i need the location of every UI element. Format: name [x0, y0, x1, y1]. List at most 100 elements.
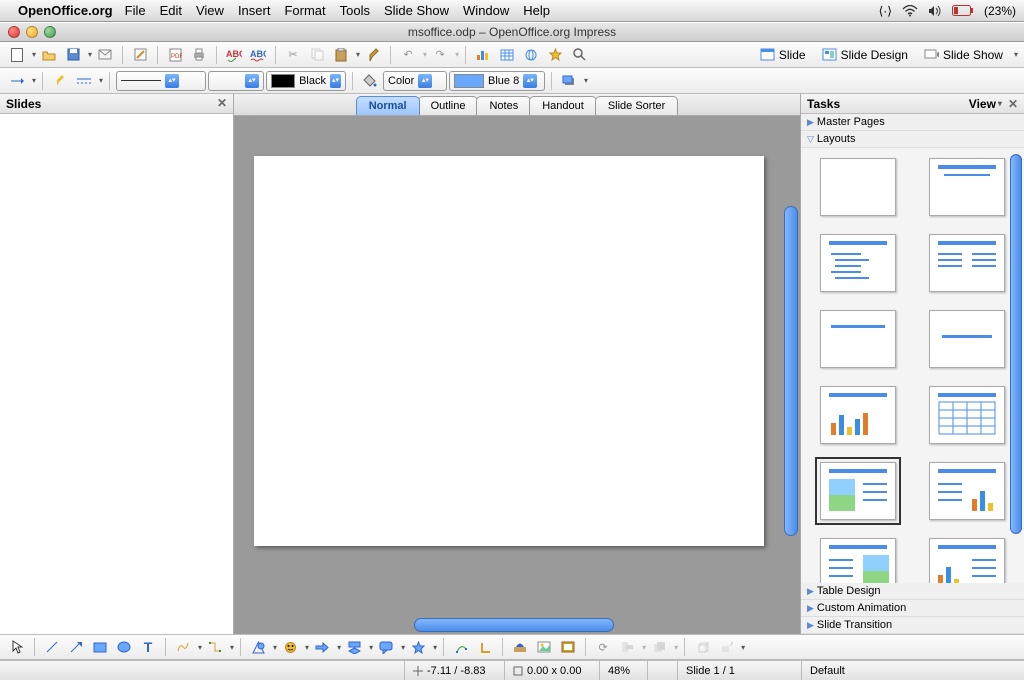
basic-shapes-tool[interactable] — [247, 637, 269, 657]
status-zoom-cell[interactable]: 48% — [600, 661, 648, 680]
block-arrows-tool[interactable] — [311, 637, 333, 657]
edit-file-button[interactable] — [129, 45, 151, 65]
fill-color-select[interactable]: Blue 8 ▴▾ — [449, 71, 545, 91]
menu-edit[interactable]: Edit — [160, 3, 182, 18]
text-tool[interactable]: T — [137, 637, 159, 657]
auto-spellcheck-button[interactable]: ABC — [247, 45, 269, 65]
app-menu[interactable]: OpenOffice.org — [18, 3, 113, 18]
rectangle-tool[interactable] — [89, 637, 111, 657]
hyperlink-button[interactable] — [520, 45, 542, 65]
save-dropdown[interactable]: ▾ — [88, 50, 92, 59]
sync-status-icon[interactable]: ⟨·⟩ — [879, 4, 892, 18]
toolbar1-overflow[interactable]: ▾ — [1014, 50, 1018, 59]
line-style-button[interactable] — [73, 71, 95, 91]
table-button[interactable] — [496, 45, 518, 65]
flowchart-tool[interactable] — [343, 637, 365, 657]
tasks-view-dropdown-icon[interactable]: ▾ — [998, 99, 1002, 108]
horizontal-scrollbar[interactable] — [414, 618, 614, 632]
toolbar2-overflow[interactable]: ▾ — [584, 76, 588, 85]
line-color-select[interactable]: Black ▴▾ — [266, 71, 346, 91]
connector-dropdown[interactable]: ▾ — [230, 643, 234, 652]
slide-button[interactable]: Slide — [753, 45, 813, 65]
shadow-button[interactable] — [558, 71, 580, 91]
tasks-panel-close-icon[interactable]: ✕ — [1008, 97, 1018, 111]
tasks-view-menu[interactable]: View — [969, 97, 996, 111]
ellipse-tool[interactable] — [113, 637, 135, 657]
block-arrows-dropdown[interactable]: ▾ — [337, 643, 341, 652]
layout-chart-text[interactable] — [929, 538, 1005, 583]
arrow-tool[interactable] — [65, 637, 87, 657]
fill-type-select[interactable]: Color ▴▾ — [383, 71, 447, 91]
gallery-tool[interactable] — [557, 637, 579, 657]
save-button[interactable] — [62, 45, 84, 65]
section-master-pages[interactable]: ▶Master Pages — [801, 114, 1024, 131]
arrange-dropdown[interactable]: ▾ — [674, 643, 678, 652]
arrange-tool[interactable] — [648, 637, 670, 657]
align-tool[interactable] — [616, 637, 638, 657]
tab-notes[interactable]: Notes — [476, 96, 531, 115]
fill-bucket-button[interactable] — [359, 71, 381, 91]
canvas-viewport[interactable] — [234, 116, 800, 634]
open-button[interactable] — [38, 45, 60, 65]
tab-outline[interactable]: Outline — [418, 96, 479, 115]
menu-help[interactable]: Help — [523, 3, 550, 18]
interaction-tool[interactable] — [715, 637, 737, 657]
chart-button[interactable] — [472, 45, 494, 65]
tab-handout[interactable]: Handout — [529, 96, 597, 115]
slides-panel-close-icon[interactable]: ✕ — [217, 96, 227, 110]
zoom-button[interactable] — [568, 45, 590, 65]
drawbar-overflow[interactable]: ▾ — [741, 643, 745, 652]
section-table-design[interactable]: ▶Table Design — [801, 583, 1024, 600]
layout-text-chart[interactable] — [929, 462, 1005, 520]
menu-slideshow[interactable]: Slide Show — [384, 3, 449, 18]
arrow-style-button[interactable] — [6, 71, 28, 91]
highlight-button[interactable] — [49, 71, 71, 91]
paste-dropdown[interactable]: ▾ — [356, 50, 360, 59]
slide-design-button[interactable]: Slide Design — [815, 45, 915, 65]
layout-centered-text[interactable] — [929, 310, 1005, 368]
window-zoom-button[interactable] — [44, 26, 56, 38]
align-dropdown[interactable]: ▾ — [642, 643, 646, 652]
slides-panel-body[interactable] — [0, 114, 233, 634]
layout-two-content[interactable] — [929, 234, 1005, 292]
tab-normal[interactable]: Normal — [356, 96, 420, 115]
paste-button[interactable] — [330, 45, 352, 65]
undo-button[interactable]: ↶ — [397, 45, 419, 65]
undo-dropdown[interactable]: ▾ — [423, 50, 427, 59]
stars-dropdown[interactable]: ▾ — [433, 643, 437, 652]
window-close-button[interactable] — [8, 26, 20, 38]
window-minimize-button[interactable] — [26, 26, 38, 38]
layout-title-table[interactable] — [929, 386, 1005, 444]
arrow-style-dropdown[interactable]: ▾ — [32, 76, 36, 85]
format-paintbrush-button[interactable] — [362, 45, 384, 65]
menu-format[interactable]: Format — [284, 3, 325, 18]
line-style-dropdown[interactable]: ▾ — [99, 76, 103, 85]
section-slide-transition[interactable]: ▶Slide Transition — [801, 617, 1024, 634]
line-type-select[interactable]: ▴▾ — [116, 71, 206, 91]
basic-shapes-dropdown[interactable]: ▾ — [273, 643, 277, 652]
layout-title-chart[interactable] — [820, 386, 896, 444]
symbol-shapes-dropdown[interactable]: ▾ — [305, 643, 309, 652]
line-width-stepper[interactable]: ▴▾ — [208, 71, 264, 91]
select-tool[interactable] — [6, 637, 28, 657]
new-doc-dropdown[interactable]: ▾ — [32, 50, 36, 59]
curve-tool[interactable] — [172, 637, 194, 657]
new-doc-button[interactable] — [6, 45, 28, 65]
section-layouts[interactable]: ▽Layouts — [801, 131, 1024, 148]
stars-tool[interactable] — [407, 637, 429, 657]
connector-tool[interactable] — [204, 637, 226, 657]
section-custom-animation[interactable]: ▶Custom Animation — [801, 600, 1024, 617]
menu-window[interactable]: Window — [463, 3, 509, 18]
copy-button[interactable] — [306, 45, 328, 65]
spellcheck-button[interactable]: ABC — [223, 45, 245, 65]
layouts-scrollbar[interactable] — [1010, 154, 1022, 534]
wifi-status-icon[interactable] — [902, 5, 918, 17]
callouts-dropdown[interactable]: ▾ — [401, 643, 405, 652]
callouts-tool[interactable] — [375, 637, 397, 657]
export-pdf-button[interactable]: PDF — [164, 45, 186, 65]
rotate-tool[interactable]: ⟳ — [592, 637, 614, 657]
navigator-button[interactable] — [544, 45, 566, 65]
vertical-scrollbar[interactable] — [784, 206, 798, 536]
flowchart-dropdown[interactable]: ▾ — [369, 643, 373, 652]
layout-blank[interactable] — [820, 158, 896, 216]
